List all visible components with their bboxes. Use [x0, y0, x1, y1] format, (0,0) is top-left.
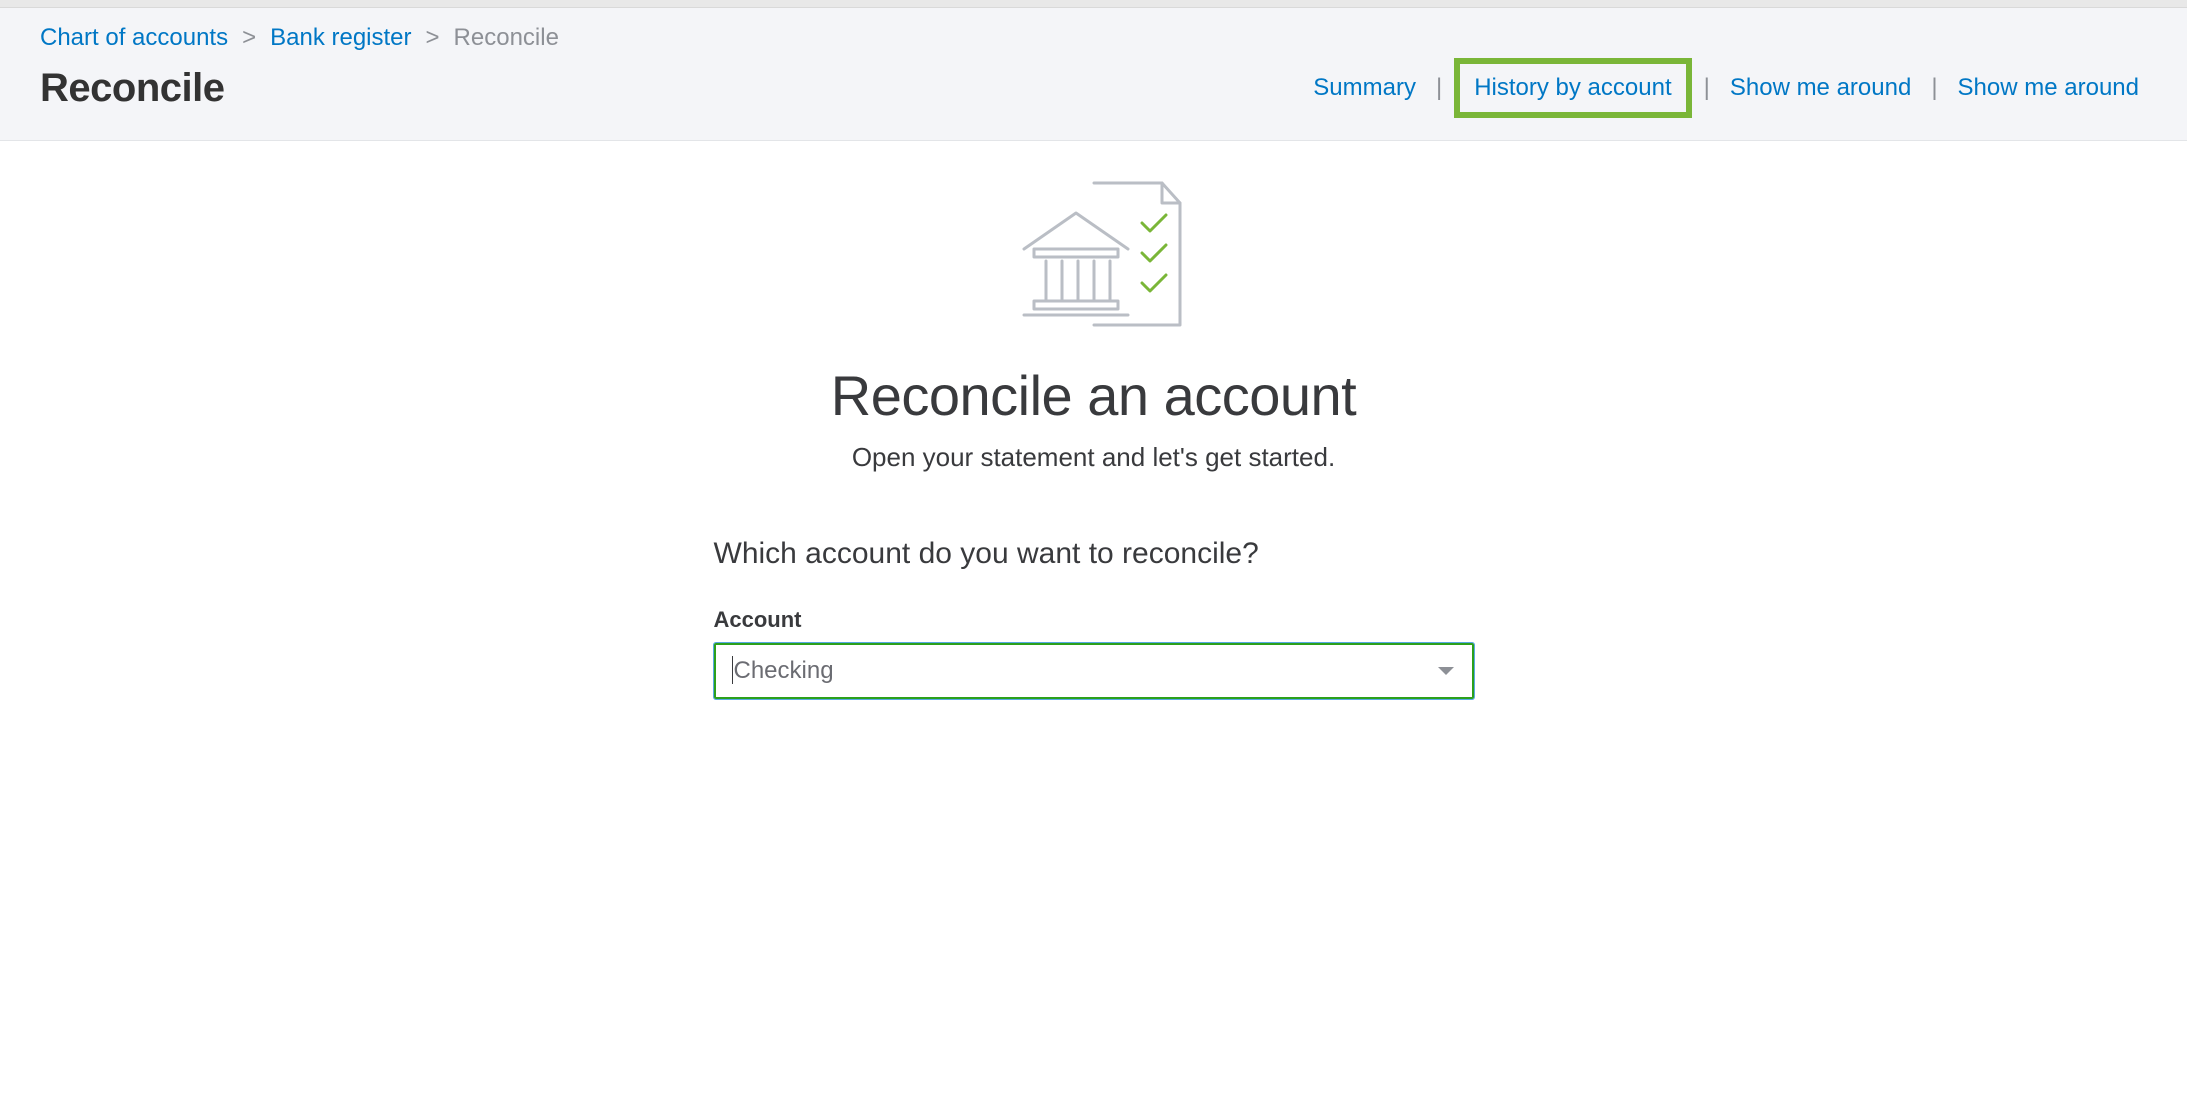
reconcile-form: Which account do you want to reconcile? … — [714, 537, 1474, 699]
main-headline: Reconcile an account — [831, 363, 1356, 428]
breadcrumb-separator: > — [242, 24, 256, 52]
breadcrumb-separator: > — [426, 24, 440, 52]
link-divider: | — [1704, 74, 1710, 102]
show-me-around-link-2[interactable]: Show me around — [1950, 68, 2147, 108]
account-field-label: Account — [714, 607, 1474, 633]
account-select-wrap: Checking — [714, 643, 1474, 699]
breadcrumb-chart-of-accounts[interactable]: Chart of accounts — [40, 24, 228, 52]
link-divider: | — [1436, 74, 1442, 102]
main-subhead: Open your statement and let's get starte… — [852, 442, 1335, 473]
breadcrumb: Chart of accounts > Bank register > Reco… — [40, 24, 2147, 52]
header-row: Reconcile Summary | History by account |… — [40, 58, 2147, 118]
text-cursor — [732, 656, 733, 684]
reconcile-hero-icon — [994, 175, 1194, 335]
history-by-account-link[interactable]: History by account — [1466, 68, 1679, 108]
annotation-highlight: History by account — [1454, 58, 1691, 118]
header-links: Summary | History by account | Show me a… — [1305, 58, 2147, 118]
page-header: Chart of accounts > Bank register > Reco… — [0, 8, 2187, 141]
account-select-value: Checking — [734, 657, 834, 685]
breadcrumb-bank-register[interactable]: Bank register — [270, 24, 411, 52]
summary-link[interactable]: Summary — [1305, 68, 1424, 108]
main-content: Reconcile an account Open your statement… — [0, 141, 2187, 739]
window-top-strip — [0, 0, 2187, 8]
form-question: Which account do you want to reconcile? — [714, 537, 1474, 571]
link-divider: | — [1931, 74, 1937, 102]
account-select[interactable]: Checking — [714, 643, 1474, 699]
breadcrumb-current: Reconcile — [454, 24, 559, 52]
show-me-around-link[interactable]: Show me around — [1722, 68, 1919, 108]
page-title: Reconcile — [40, 66, 224, 111]
